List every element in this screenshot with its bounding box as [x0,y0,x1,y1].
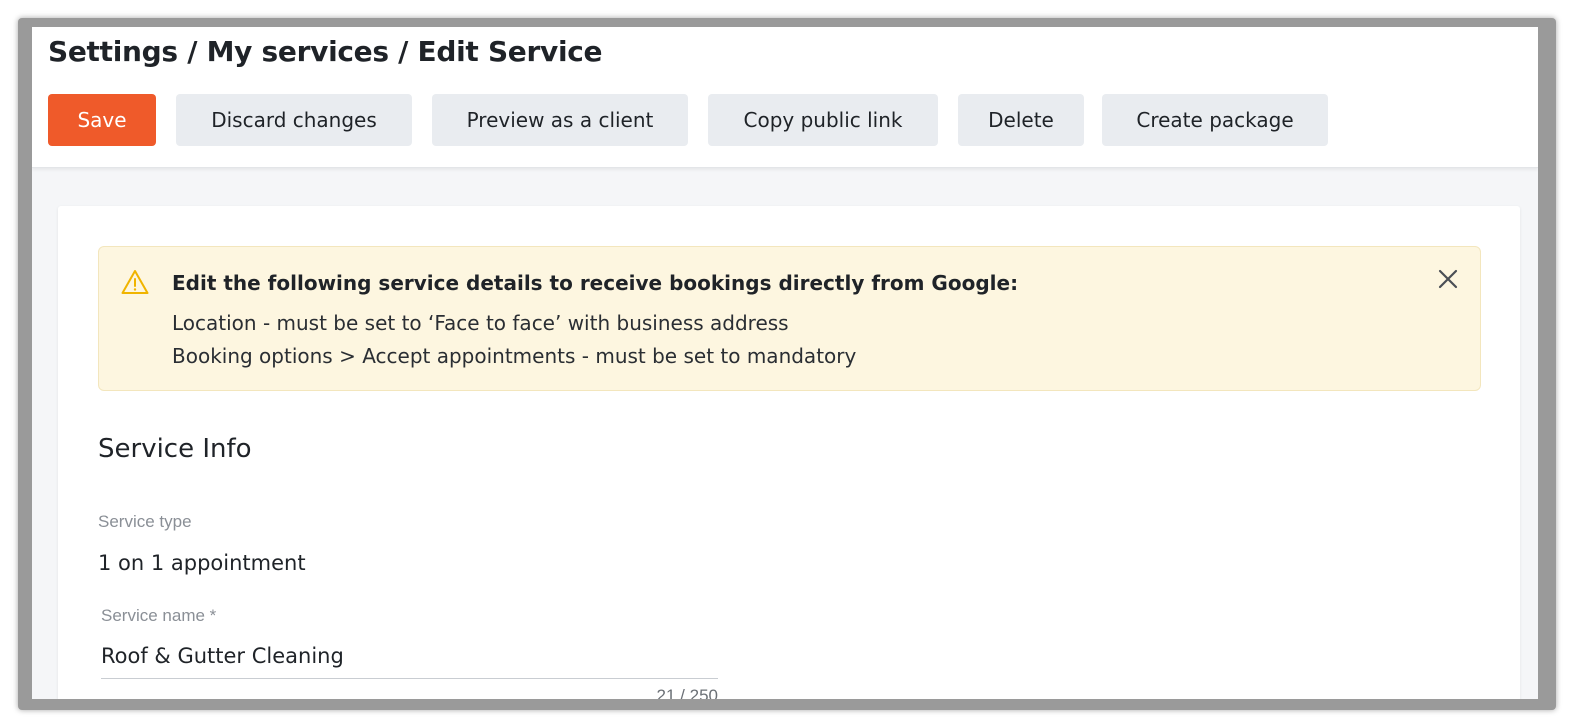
preview-as-client-button[interactable]: Preview as a client [432,94,688,146]
google-bookings-alert: Edit the following service details to re… [98,246,1481,391]
character-counter: 21 / 250 [656,686,718,699]
create-package-button[interactable]: Create package [1102,94,1328,146]
service-card: Edit the following service details to re… [58,206,1520,699]
app-window: Settings / My services / Edit Service Sa… [32,27,1538,699]
warning-icon [121,270,149,294]
discard-changes-button[interactable]: Discard changes [176,94,412,146]
delete-button[interactable]: Delete [958,94,1084,146]
section-title: Service Info [98,434,252,464]
service-type-label: Service type [98,512,192,531]
alert-booking-requirement: Booking options > Accept appointments - … [172,344,857,368]
copy-public-link-button[interactable]: Copy public link [708,94,938,146]
service-name-input[interactable] [101,633,718,679]
alert-title: Edit the following service details to re… [172,271,1019,295]
service-type-value: 1 on 1 appointment [98,551,306,575]
breadcrumb: Settings / My services / Edit Service [48,35,603,68]
save-button[interactable]: Save [48,94,156,146]
service-name-label: Service name * [101,606,217,625]
close-icon[interactable] [1436,267,1460,291]
alert-location-requirement: Location - must be set to ‘Face to face’… [172,311,789,335]
page-header: Settings / My services / Edit Service Sa… [32,27,1538,168]
